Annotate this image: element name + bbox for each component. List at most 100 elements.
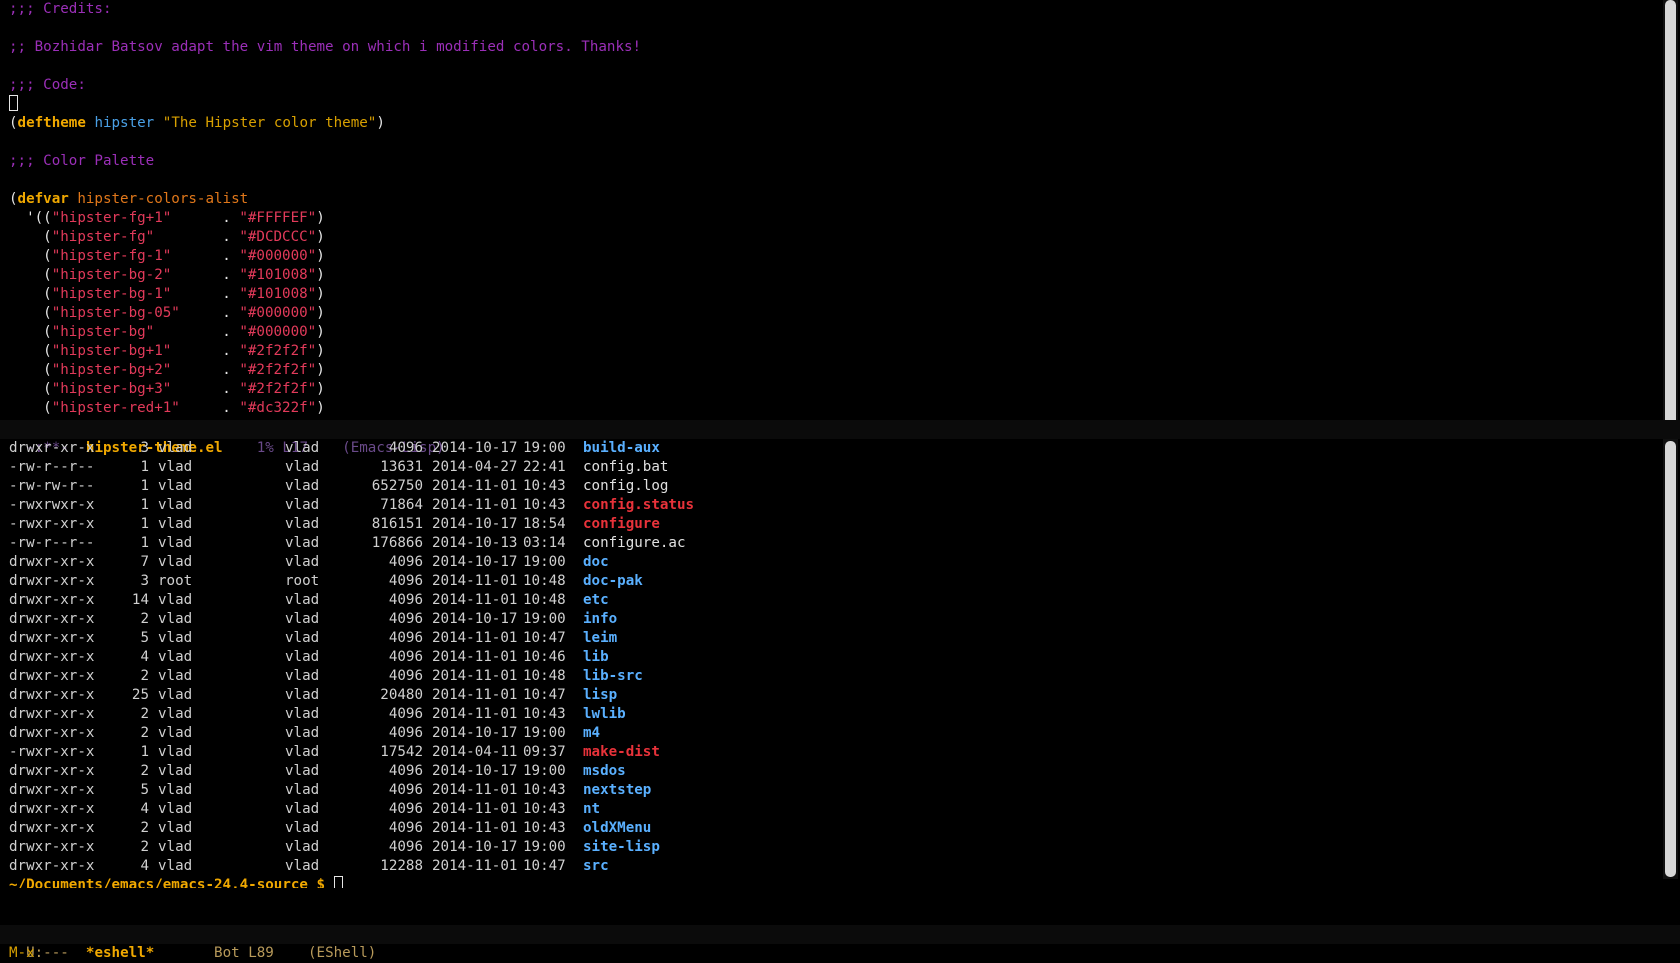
color-value: "#101008" — [239, 267, 317, 283]
listing-name[interactable]: site-lisp — [574, 838, 660, 857]
listing-name[interactable]: nextstep — [574, 781, 651, 800]
listing-group: vlad — [285, 744, 320, 760]
listing-name[interactable]: configure.ac — [574, 534, 686, 553]
eshell-major-mode[interactable]: (EShell) — [308, 945, 376, 961]
listing-user: vlad — [158, 668, 193, 684]
listing-group: vlad — [285, 725, 320, 741]
color-key: "hipster-bg+1" — [51, 343, 172, 359]
listing-name[interactable]: lib-src — [574, 667, 643, 686]
editor-window[interactable]: ;;; Credits: ;; Bozhidar Batsov adapt th… — [0, 0, 1680, 430]
listing-date: 2014-04-27 — [432, 459, 518, 475]
eshell-prompt-line[interactable]: ~/Documents/emacs/emacs-24.4-source $ — [9, 876, 1656, 888]
eshell-window[interactable]: drwxr-xr-x 3 vlad vlad 4096 2014-10-17 19:00 bu… — [0, 439, 1680, 888]
eshell-output[interactable]: drwxr-xr-x 3 vlad vlad 4096 2014-10-17 19:00 bu… — [9, 439, 1656, 888]
listing-perm: drwxr-xr-x — [9, 820, 95, 836]
listing-name[interactable]: config.status — [574, 496, 694, 515]
listing-name[interactable]: configure — [574, 515, 660, 534]
listing-row: drwxr-xr-x 2 vlad vlad 4096 2014-10-17 19:00 si… — [9, 838, 1656, 857]
listing-links: 2 — [140, 611, 149, 627]
editor-scrollbar[interactable] — [1663, 0, 1678, 428]
listing-links: 1 — [140, 497, 149, 513]
eshell-buffer-name[interactable]: *eshell* — [86, 945, 154, 961]
listing-size: 4096 — [388, 592, 423, 608]
listing-links: 5 — [140, 782, 149, 798]
minibuffer[interactable]: M-x — [9, 944, 35, 963]
listing-time: 10:47 — [523, 858, 566, 874]
listing-size: 4096 — [388, 440, 423, 456]
color-key: "hipster-bg-2" — [51, 267, 172, 283]
listing-name[interactable]: doc-pak — [574, 572, 643, 591]
listing-row: -rw-rw-r-- 1 vlad vlad 652750 2014-11-01 10:43… — [9, 477, 1656, 496]
color-alist-entry: ("hipster-bg+1" . "#2f2f2f") — [9, 343, 325, 359]
listing-name[interactable]: lib — [574, 648, 609, 667]
listing-links: 25 — [131, 687, 149, 703]
listing-group: vlad — [285, 668, 320, 684]
listing-perm: drwxr-xr-x — [9, 630, 95, 646]
listing-name[interactable]: config.bat — [574, 458, 668, 477]
listing-group: vlad — [285, 497, 320, 513]
listing-group: vlad — [285, 706, 320, 722]
listing-name[interactable]: lwlib — [574, 705, 626, 724]
listing-name[interactable]: build-aux — [574, 439, 660, 458]
listing-size: 652750 — [371, 478, 423, 494]
listing-user: vlad — [158, 497, 193, 513]
eshell-buffer-position: Bot L89 — [214, 945, 274, 961]
listing-links: 4 — [140, 801, 149, 817]
listing-date: 2014-11-01 — [432, 573, 518, 589]
listing-name[interactable]: leim — [574, 629, 617, 648]
listing-date: 2014-11-01 — [432, 706, 518, 722]
listing-time: 10:48 — [523, 668, 566, 684]
listing-name[interactable]: doc — [574, 553, 609, 572]
listing-date: 2014-10-17 — [432, 554, 518, 570]
listing-date: 2014-10-17 — [432, 516, 518, 532]
listing-time: 10:46 — [523, 649, 566, 665]
listing-row: -rw-r--r-- 1 vlad vlad 176866 2014-10-13 03:14… — [9, 534, 1656, 553]
listing-size: 176866 — [371, 535, 423, 551]
listing-user: vlad — [158, 706, 193, 722]
listing-links: 3 — [140, 573, 149, 589]
eshell-scrollbar-thumb[interactable] — [1665, 441, 1676, 877]
eshell-mode-line: U:--- *eshell* Bot L89 (EShell) — [0, 925, 1680, 961]
listing-time: 10:47 — [523, 687, 566, 703]
listing-name[interactable]: make-dist — [574, 743, 660, 762]
listing-size: 4096 — [388, 801, 423, 817]
listing-time: 10:48 — [523, 592, 566, 608]
eshell-scrollbar[interactable] — [1663, 439, 1678, 879]
listing-name[interactable]: config.log — [574, 477, 668, 496]
listing-size: 13631 — [380, 459, 423, 475]
listing-date: 2014-10-17 — [432, 440, 518, 456]
listing-user: vlad — [158, 630, 193, 646]
listing-row: drwxr-xr-x 2 vlad vlad 4096 2014-11-01 10:48 li… — [9, 667, 1656, 686]
listing-size: 20480 — [380, 687, 423, 703]
listing-name[interactable]: etc — [574, 591, 609, 610]
listing-name[interactable]: src — [574, 857, 609, 876]
listing-links: 1 — [140, 744, 149, 760]
editor-text-area[interactable]: ;;; Credits: ;; Bozhidar Batsov adapt th… — [9, 0, 1656, 430]
listing-size: 4096 — [388, 554, 423, 570]
listing-perm: drwxr-xr-x — [9, 725, 95, 741]
color-alist-entry: ("hipster-bg+2" . "#2f2f2f") — [9, 362, 325, 378]
listing-perm: drwxr-xr-x — [9, 592, 95, 608]
listing-group: vlad — [285, 535, 320, 551]
listing-links: 1 — [140, 459, 149, 475]
listing-size: 12288 — [380, 858, 423, 874]
listing-name[interactable]: oldXMenu — [574, 819, 651, 838]
listing-name[interactable]: nt — [574, 800, 600, 819]
listing-perm: -rwxr-xr-x — [9, 516, 95, 532]
listing-date: 2014-10-17 — [432, 611, 518, 627]
listing-perm: drwxr-xr-x — [9, 573, 95, 589]
listing-name[interactable]: msdos — [574, 762, 626, 781]
color-value: "#2f2f2f" — [239, 381, 317, 397]
listing-name[interactable]: lisp — [574, 686, 617, 705]
listing-size: 4096 — [388, 839, 423, 855]
editor-scrollbar-thumb[interactable] — [1665, 0, 1676, 426]
listing-user: vlad — [158, 763, 193, 779]
listing-name[interactable]: info — [574, 610, 617, 629]
listing-perm: drwxr-xr-x — [9, 668, 95, 684]
color-value: "#2f2f2f" — [239, 343, 317, 359]
listing-date: 2014-10-17 — [432, 763, 518, 779]
listing-group: vlad — [285, 763, 320, 779]
color-alist-entry: ("hipster-bg-2" . "#101008") — [9, 267, 325, 283]
listing-row: drwxr-xr-x 3 vlad vlad 4096 2014-10-17 19:00 bu… — [9, 439, 1656, 458]
listing-name[interactable]: m4 — [574, 724, 600, 743]
